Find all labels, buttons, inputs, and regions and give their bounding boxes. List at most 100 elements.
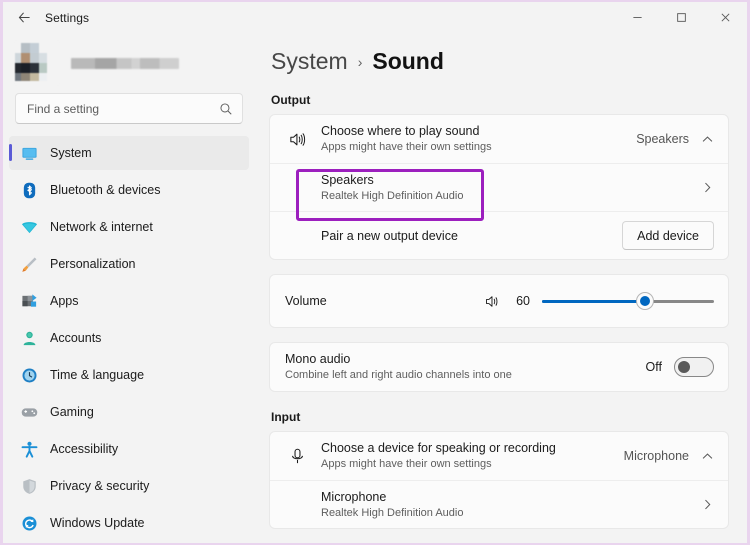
input-device-microphone-row[interactable]: Microphone Realtek High Definition Audio <box>270 480 728 528</box>
pair-device-texts: Pair a new output device <box>321 228 622 244</box>
sidebar-nav: System Bluetooth & devices <box>3 136 255 543</box>
sidebar-item-gaming[interactable]: Gaming <box>9 395 249 429</box>
choose-output-device-row[interactable]: Choose where to play sound Apps might ha… <box>270 115 728 163</box>
sidebar-item-apps[interactable]: Apps <box>9 284 249 318</box>
breadcrumb: System › Sound <box>269 48 729 75</box>
choose-input-device-right: Microphone <box>624 449 714 463</box>
mono-audio-toggle[interactable] <box>674 357 714 377</box>
person-icon <box>20 329 38 347</box>
slider-thumb[interactable] <box>637 293 653 309</box>
output-device-texts: Speakers Realtek High Definition Audio <box>321 172 701 204</box>
gamepad-icon <box>20 403 38 421</box>
sidebar-item-windows-update[interactable]: Windows Update <box>9 506 249 540</box>
breadcrumb-parent[interactable]: System <box>271 48 348 75</box>
sidebar-item-network-internet[interactable]: Network & internet <box>9 210 249 244</box>
section-label-output: Output <box>271 93 729 107</box>
volume-value: 60 <box>516 294 530 308</box>
bluetooth-icon <box>20 181 38 199</box>
choose-output-device-title: Choose where to play sound <box>321 123 636 139</box>
chevron-up-icon[interactable] <box>701 450 714 463</box>
choose-input-device-title: Choose a device for speaking or recordin… <box>321 440 624 456</box>
user-name-blurred <box>71 58 179 69</box>
sidebar-item-label: Windows Update <box>50 516 145 530</box>
choose-input-device-row[interactable]: Choose a device for speaking or recordin… <box>270 432 728 480</box>
sidebar-item-accounts[interactable]: Accounts <box>9 321 249 355</box>
accessibility-icon <box>20 440 38 458</box>
breadcrumb-separator: › <box>358 54 363 70</box>
choose-output-device-right: Speakers <box>636 132 714 146</box>
sidebar-item-time-language[interactable]: Time & language <box>9 358 249 392</box>
close-button[interactable] <box>703 2 747 33</box>
output-device-right <box>701 181 714 194</box>
volume-row: Volume 60 <box>270 275 728 327</box>
user-profile[interactable] <box>3 33 255 93</box>
sidebar-item-label: Personalization <box>50 257 135 271</box>
sidebar-item-label: Network & internet <box>50 220 153 234</box>
back-button[interactable] <box>9 5 39 31</box>
choose-output-device-texts: Choose where to play sound Apps might ha… <box>321 123 636 155</box>
pair-new-output-device-row: Pair a new output device Add device <box>270 211 728 259</box>
mono-audio-row: Mono audio Combine left and right audio … <box>270 343 728 391</box>
maximize-button[interactable] <box>659 2 703 33</box>
volume-slider[interactable] <box>542 292 714 310</box>
maximize-icon <box>676 12 687 23</box>
output-device-speakers-row[interactable]: Speakers Realtek High Definition Audio <box>270 163 728 211</box>
sidebar-item-privacy-security[interactable]: Privacy & security <box>9 469 249 503</box>
search-box[interactable] <box>15 93 243 124</box>
volume-control[interactable]: 60 <box>480 292 714 310</box>
sidebar-item-label: Accessibility <box>50 442 118 456</box>
output-device-title: Speakers <box>321 172 701 188</box>
sidebar-item-label: Accounts <box>50 331 101 345</box>
sidebar-item-accessibility[interactable]: Accessibility <box>9 432 249 466</box>
sidebar-item-system[interactable]: System <box>9 136 249 170</box>
mono-audio-subtitle: Combine left and right audio channels in… <box>285 368 646 383</box>
microphone-icon <box>285 447 309 466</box>
sidebar: System Bluetooth & devices <box>3 33 255 543</box>
page-title: Sound <box>372 48 444 75</box>
mono-audio-right: Off <box>646 357 714 377</box>
window-body: System Bluetooth & devices <box>3 33 747 543</box>
search-container <box>3 93 255 124</box>
sidebar-item-label: Apps <box>50 294 79 308</box>
volume-card: Volume 60 <box>269 274 729 328</box>
update-icon <box>20 514 38 532</box>
wifi-icon <box>20 218 38 236</box>
clock-icon <box>20 366 38 384</box>
choose-input-device-texts: Choose a device for speaking or recordin… <box>321 440 624 472</box>
choose-input-device-value: Microphone <box>624 449 689 463</box>
pair-device-right: Add device <box>622 221 714 250</box>
search-icon <box>219 102 233 116</box>
sidebar-item-label: Time & language <box>50 368 144 382</box>
chevron-right-icon[interactable] <box>701 181 714 194</box>
volume-title: Volume <box>285 293 480 309</box>
paintbrush-icon <box>20 255 38 273</box>
sidebar-item-label: System <box>50 146 92 160</box>
pair-device-title: Pair a new output device <box>321 228 622 244</box>
sidebar-item-bluetooth-devices[interactable]: Bluetooth & devices <box>9 173 249 207</box>
chevron-right-icon[interactable] <box>701 498 714 511</box>
add-device-button[interactable]: Add device <box>622 221 714 250</box>
mono-audio-card: Mono audio Combine left and right audio … <box>269 342 729 392</box>
apps-icon <box>20 292 38 310</box>
output-card: Choose where to play sound Apps might ha… <box>269 114 729 260</box>
choose-input-device-subtitle: Apps might have their own settings <box>321 457 624 472</box>
input-device-right <box>701 498 714 511</box>
title-bar: Settings <box>3 2 747 33</box>
minimize-button[interactable] <box>615 2 659 33</box>
window-title: Settings <box>45 11 89 25</box>
sidebar-item-personalization[interactable]: Personalization <box>9 247 249 281</box>
speaker-icon <box>285 130 309 149</box>
avatar <box>15 41 59 85</box>
chevron-up-icon[interactable] <box>701 133 714 146</box>
monitor-icon <box>20 144 38 162</box>
section-label-input: Input <box>271 410 729 424</box>
sidebar-item-label: Bluetooth & devices <box>50 183 161 197</box>
search-input[interactable] <box>27 102 219 116</box>
main-content: System › Sound Output <box>255 33 747 543</box>
input-device-title: Microphone <box>321 489 701 505</box>
sidebar-item-label: Privacy & security <box>50 479 149 493</box>
window-controls <box>615 2 747 33</box>
input-card: Choose a device for speaking or recordin… <box>269 431 729 529</box>
input-device-subtitle: Realtek High Definition Audio <box>321 506 701 521</box>
volume-texts: Volume <box>285 293 480 309</box>
